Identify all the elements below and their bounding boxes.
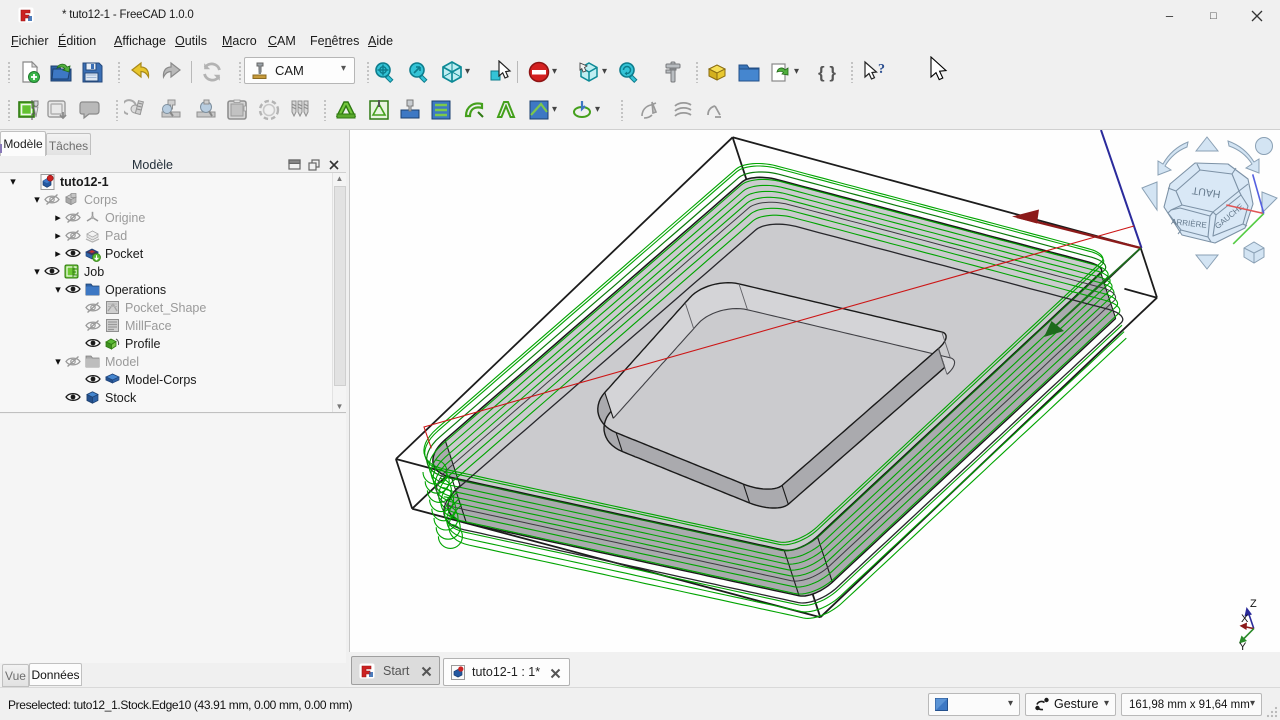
svg-text:X: X [1241, 613, 1249, 625]
svg-text:Y: Y [1239, 641, 1247, 652]
svg-text:?: ? [878, 62, 885, 77]
svg-text:Z: Z [1250, 598, 1257, 610]
svg-text:{ }: { } [818, 63, 836, 82]
